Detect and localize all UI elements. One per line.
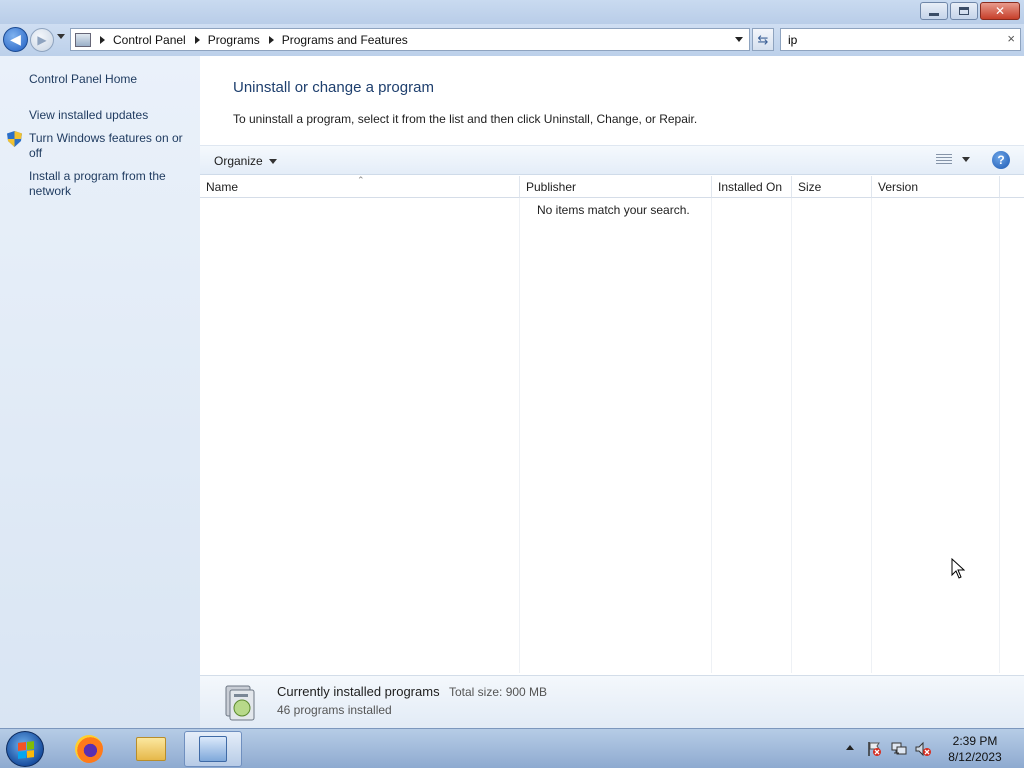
column-header-installed-on[interactable]: Installed On (712, 176, 792, 198)
volume-muted-icon[interactable] (915, 741, 931, 757)
address-bar[interactable]: Control Panel Programs Programs and Feat… (70, 28, 750, 51)
column-header-version-label: Version (878, 180, 919, 194)
forward-button[interactable]: ▶ (30, 28, 54, 52)
install-from-network-link[interactable]: Install a program from the network (29, 169, 194, 199)
firefox-icon (75, 735, 103, 763)
column-header-installed-on-label: Installed On (718, 180, 783, 194)
title-bar: ✕ (0, 0, 1024, 24)
clock-date: 8/12/2023 (948, 750, 1002, 764)
content-pane: Uninstall or change a program To uninsta… (200, 56, 1024, 728)
refresh-icon: ⇆ (757, 31, 769, 47)
mouse-cursor-icon (951, 558, 965, 579)
restore-icon (959, 7, 969, 15)
installed-programs-title: Currently installed programs (277, 684, 440, 699)
windows-logo-icon (18, 741, 34, 759)
back-button[interactable]: ◀ (3, 27, 28, 52)
search-input[interactable] (781, 29, 991, 50)
chevron-down-icon (268, 158, 277, 164)
turn-windows-features-link[interactable]: Turn Windows features on or off (29, 131, 194, 161)
breadcrumb-separator-icon[interactable] (194, 35, 200, 44)
command-bar: Organize ? (200, 145, 1024, 175)
breadcrumb-control-panel[interactable]: Control Panel (113, 33, 186, 47)
column-header-publisher-label: Publisher (526, 180, 577, 194)
window-controls: ✕ (920, 2, 1020, 20)
programs-icon (225, 685, 255, 721)
close-icon: ✕ (994, 4, 1006, 18)
programs-count-text: 46 programs installed (277, 703, 392, 717)
organize-button[interactable]: Organize (214, 154, 277, 168)
start-button[interactable] (6, 731, 44, 767)
column-divider (711, 198, 712, 673)
breadcrumb-separator-icon[interactable] (100, 35, 105, 44)
minimize-button[interactable] (920, 2, 948, 20)
column-header-name[interactable]: ⌃ Name (200, 176, 520, 198)
minimize-icon (929, 12, 939, 16)
tasks-pane: Control Panel Home View installed update… (0, 56, 200, 728)
help-button[interactable]: ? (992, 151, 1010, 169)
instructions-text: To uninstall a program, select it from t… (233, 112, 698, 126)
recent-pages-dropdown[interactable] (57, 34, 65, 39)
back-arrow-icon: ◀ (10, 31, 21, 47)
view-installed-updates-link[interactable]: View installed updates (29, 108, 194, 123)
sort-ascending-icon: ⌃ (357, 175, 365, 185)
breadcrumb-programs-and-features[interactable]: Programs and Features (282, 33, 408, 47)
control-panel-icon (199, 736, 227, 762)
address-dropdown-icon[interactable] (735, 37, 743, 42)
breadcrumb-separator-icon[interactable] (268, 35, 274, 44)
network-icon[interactable] (891, 741, 907, 757)
search-box[interactable]: × (780, 28, 1021, 51)
column-divider (519, 198, 520, 673)
taskbar-control-panel[interactable] (184, 731, 242, 767)
clear-search-icon[interactable]: × (1007, 31, 1015, 46)
navigation-bar: ◀ ▶ Control Panel Programs Programs and … (0, 24, 1024, 56)
change-view-button[interactable] (936, 154, 970, 165)
total-size-text: Total size: 900 MB (449, 685, 548, 699)
uac-shield-icon (7, 131, 22, 147)
close-button[interactable]: ✕ (980, 2, 1020, 20)
breadcrumb-programs[interactable]: Programs (208, 33, 260, 47)
details-pane: Currently installed programs Total size:… (200, 675, 1024, 728)
column-divider (871, 198, 872, 673)
details-view-icon (936, 154, 952, 165)
column-divider (791, 198, 792, 673)
control-panel-home-link[interactable]: Control Panel Home (29, 72, 194, 87)
column-header-size[interactable]: Size (792, 176, 872, 198)
column-header-name-label: Name (206, 180, 239, 194)
organize-label: Organize (214, 154, 263, 168)
clock-time: 2:39 PM (952, 734, 998, 748)
forward-arrow-icon: ▶ (37, 33, 47, 47)
column-header-publisher[interactable]: Publisher (520, 176, 712, 198)
column-header-filler (1000, 176, 1024, 198)
chevron-down-icon (962, 157, 970, 162)
column-header-version[interactable]: Version (872, 176, 1000, 198)
column-divider (999, 198, 1000, 673)
refresh-button[interactable]: ⇆ (752, 28, 774, 51)
control-panel-icon (75, 32, 91, 47)
folder-icon (136, 737, 166, 761)
column-header-size-label: Size (798, 180, 822, 194)
taskbar-windows-explorer[interactable] (122, 731, 180, 767)
taskbar-firefox[interactable] (60, 731, 118, 767)
system-clock[interactable]: 2:39 PM 8/12/2023 (940, 733, 1010, 765)
restore-button[interactable] (950, 2, 978, 20)
show-hidden-icons-icon[interactable] (846, 745, 854, 750)
action-center-flag-icon[interactable] (866, 741, 882, 757)
empty-list-message: No items match your search. (537, 203, 690, 217)
page-title: Uninstall or change a program (233, 79, 434, 96)
help-icon: ? (997, 153, 1005, 167)
